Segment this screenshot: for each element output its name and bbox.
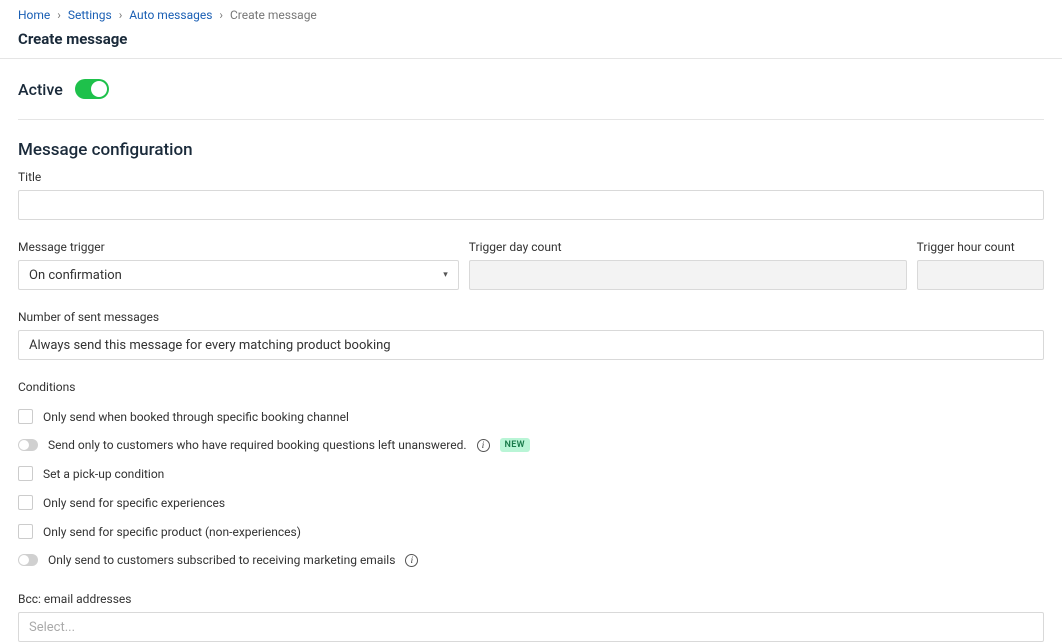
info-icon[interactable]: i bbox=[477, 439, 490, 452]
marketing-toggle[interactable] bbox=[18, 554, 38, 566]
active-row: Active bbox=[18, 79, 1044, 120]
day-count-label: Trigger day count bbox=[469, 240, 907, 254]
breadcrumb: Home › Settings › Auto messages › Create… bbox=[0, 0, 1062, 28]
condition-row-booking-channel: Only send when booked through specific b… bbox=[18, 402, 1044, 431]
condition-row-pickup: Set a pick-up condition bbox=[18, 459, 1044, 488]
title-input[interactable] bbox=[18, 190, 1044, 220]
trigger-hour-count-input bbox=[917, 260, 1044, 290]
condition-label: Only send for specific experiences bbox=[43, 496, 225, 510]
trigger-day-count-input bbox=[469, 260, 907, 290]
bcc-select[interactable]: Select... bbox=[18, 612, 1044, 642]
caret-down-icon: ▾ bbox=[443, 270, 448, 280]
message-trigger-select[interactable]: On confirmation ▾ bbox=[18, 260, 459, 290]
condition-label: Send only to customers who have required… bbox=[48, 438, 467, 452]
condition-label: Only send for specific product (non-expe… bbox=[43, 525, 301, 539]
condition-row-marketing: Only send to customers subscribed to rec… bbox=[18, 546, 1044, 574]
sent-messages-label: Number of sent messages bbox=[18, 310, 1044, 324]
bcc-placeholder: Select... bbox=[29, 620, 75, 635]
page-title: Create message bbox=[0, 28, 1062, 58]
hour-count-label: Trigger hour count bbox=[917, 240, 1044, 254]
condition-label: Only send to customers subscribed to rec… bbox=[48, 553, 395, 567]
info-icon[interactable]: i bbox=[405, 554, 418, 567]
divider bbox=[0, 58, 1062, 59]
condition-row-experiences: Only send for specific experiences bbox=[18, 488, 1044, 517]
message-trigger-value: On confirmation bbox=[29, 268, 122, 283]
title-label: Title bbox=[18, 170, 1044, 184]
number-sent-select[interactable]: Always send this message for every match… bbox=[18, 330, 1044, 360]
booking-channel-checkbox[interactable] bbox=[18, 409, 33, 424]
pickup-checkbox[interactable] bbox=[18, 466, 33, 481]
condition-label: Only send when booked through specific b… bbox=[43, 410, 349, 424]
experiences-checkbox[interactable] bbox=[18, 495, 33, 510]
breadcrumb-settings[interactable]: Settings bbox=[68, 8, 112, 22]
unanswered-toggle[interactable] bbox=[18, 439, 38, 451]
breadcrumb-current: Create message bbox=[230, 8, 317, 22]
condition-row-product: Only send for specific product (non-expe… bbox=[18, 517, 1044, 546]
bcc-label: Bcc: email addresses bbox=[18, 592, 1044, 606]
section-title: Message configuration bbox=[18, 140, 1044, 160]
condition-label: Set a pick-up condition bbox=[43, 467, 164, 481]
chevron-right-icon: › bbox=[219, 8, 223, 22]
trigger-label: Message trigger bbox=[18, 240, 459, 254]
condition-row-unanswered: Send only to customers who have required… bbox=[18, 431, 1044, 459]
chevron-right-icon: › bbox=[119, 8, 123, 22]
chevron-right-icon: › bbox=[57, 8, 61, 22]
active-toggle[interactable] bbox=[75, 79, 109, 99]
breadcrumb-auto-messages[interactable]: Auto messages bbox=[129, 8, 212, 22]
active-label: Active bbox=[18, 80, 63, 99]
breadcrumb-home[interactable]: Home bbox=[18, 8, 50, 22]
conditions-heading: Conditions bbox=[18, 380, 1044, 394]
new-badge: NEW bbox=[500, 438, 530, 452]
number-sent-value: Always send this message for every match… bbox=[29, 338, 391, 353]
product-checkbox[interactable] bbox=[18, 524, 33, 539]
